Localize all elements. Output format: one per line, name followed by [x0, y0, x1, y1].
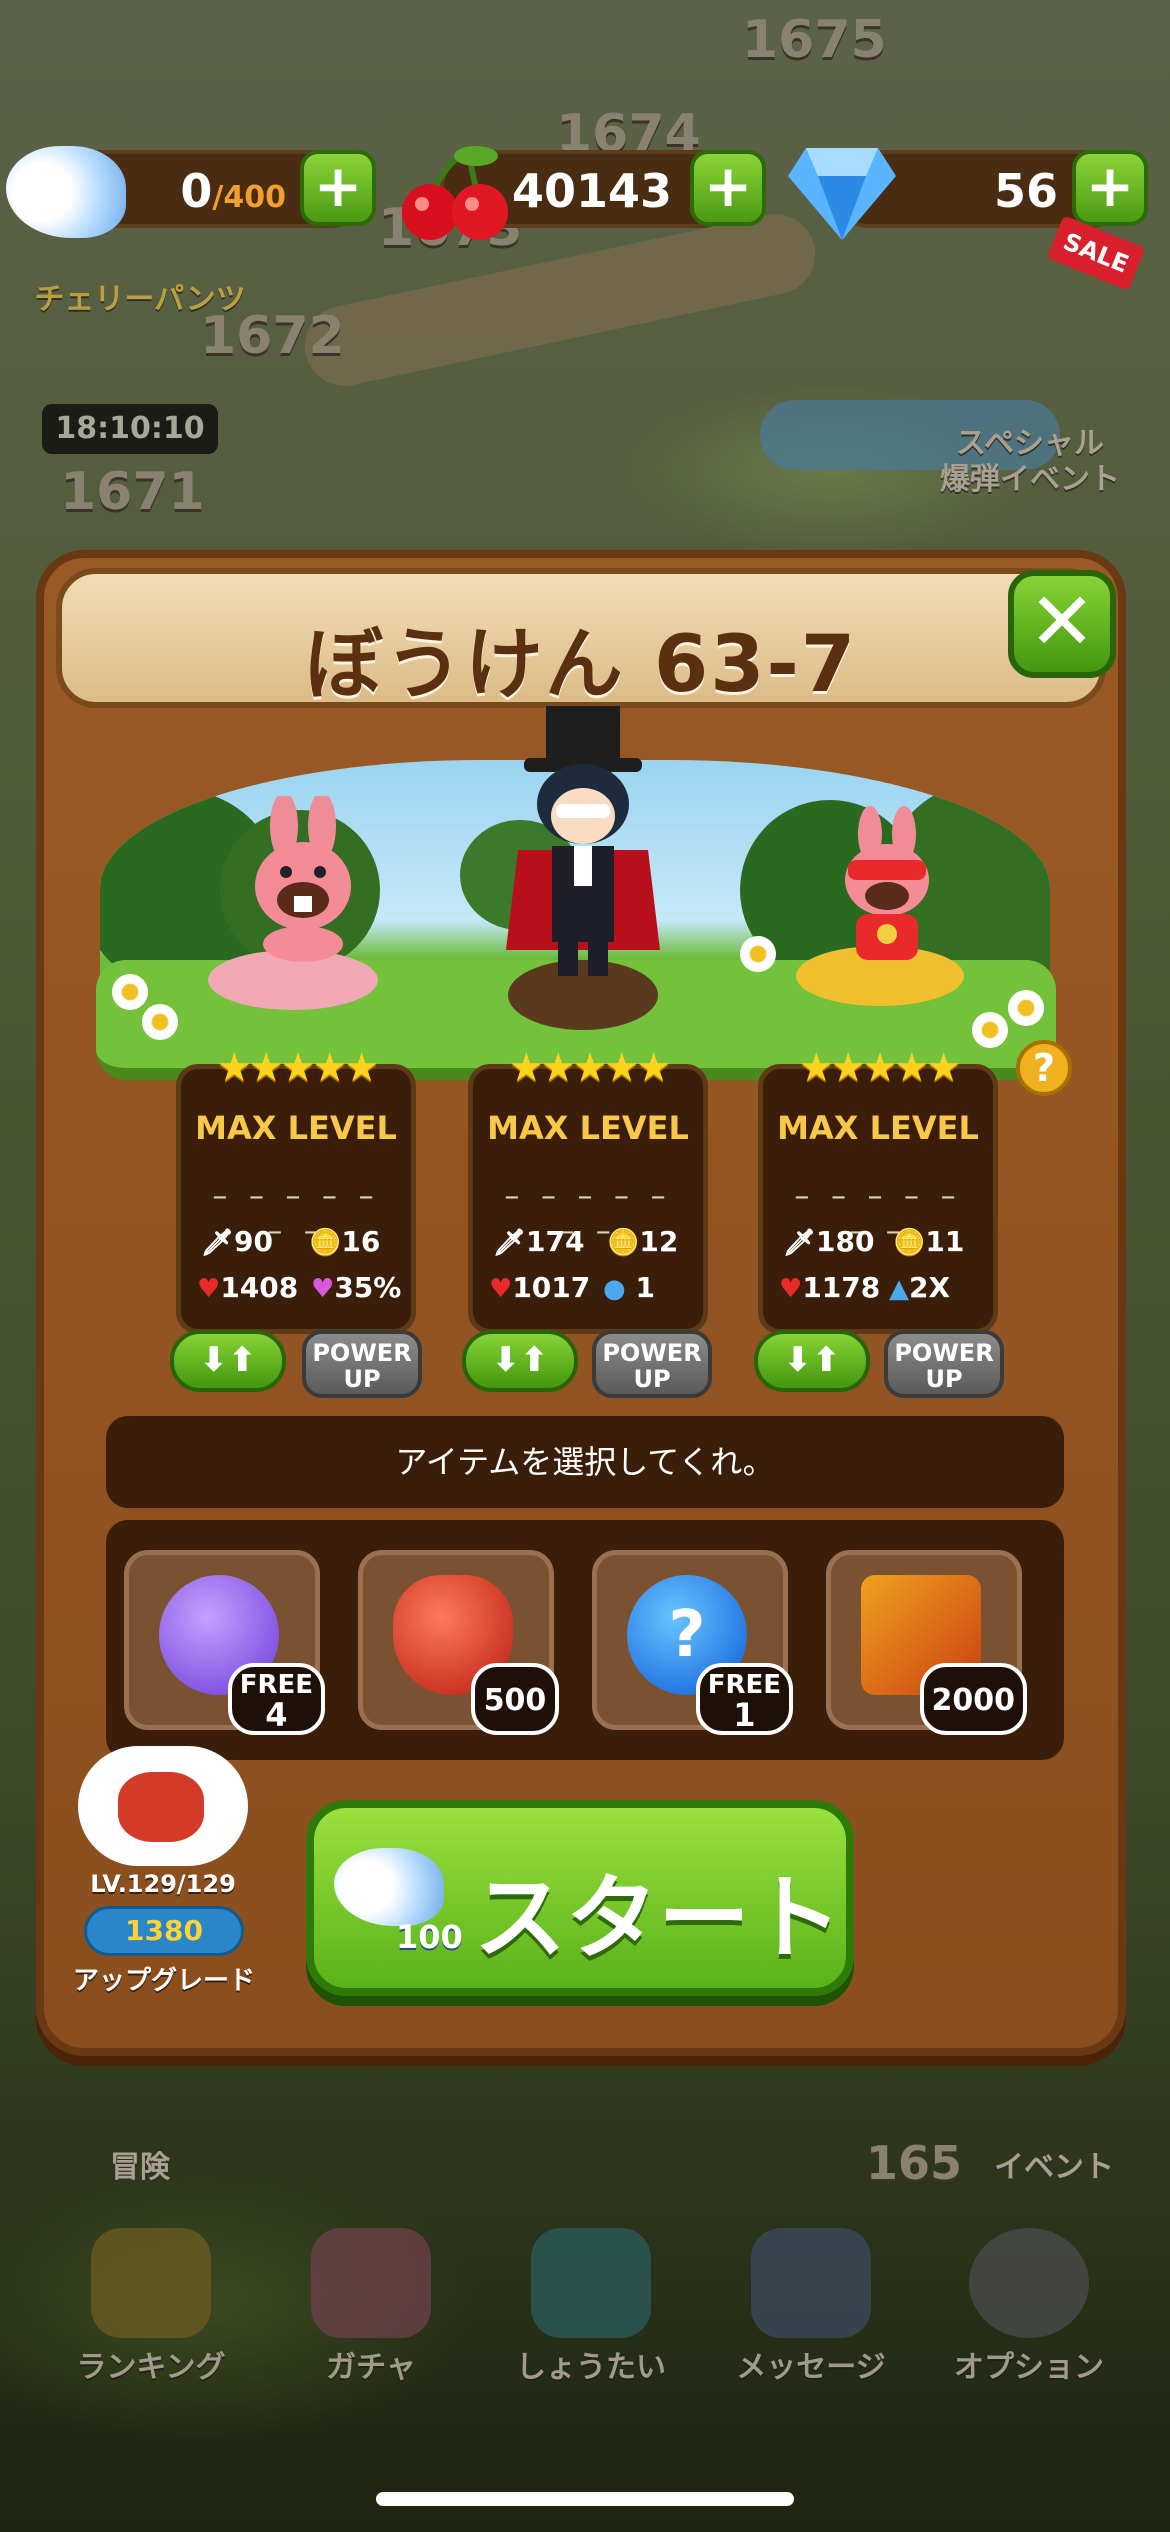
pet-panel[interactable]: LV.129/129 1380 アップグレード	[68, 1746, 258, 1996]
add-gems-button[interactable]: +	[1072, 150, 1148, 226]
item-mystery-bomb[interactable]: ? FREE 1	[592, 1550, 793, 1735]
swap-button-3[interactable]: ⬇⬆	[754, 1330, 870, 1392]
power-up-button-1[interactable]: POWER UP	[302, 1330, 422, 1398]
event-left-title: チェリーパンツ	[34, 282, 246, 317]
start-cost: 100	[396, 1918, 463, 1956]
bonus-stat: ▲2X	[889, 1271, 951, 1304]
heart-shield-icon: ♥	[311, 1274, 335, 1304]
add-wings-button[interactable]: +	[300, 150, 376, 226]
nav-invite[interactable]: しょうたい	[506, 2228, 676, 2386]
cherries-value: 40143	[511, 164, 672, 218]
sword-icon: 🗡	[493, 1228, 527, 1258]
character-tuxedo-mask[interactable]	[498, 700, 668, 980]
character-card-3: ★★★★★ MAX LEVEL – – – – – – – 🗡180 🪙11 ♥…	[758, 1045, 998, 1334]
event-label[interactable]: イベント	[994, 2150, 1114, 2186]
item-prompt: アイテムを選択してくれ。	[106, 1416, 1064, 1508]
sword-icon: 🗡	[201, 1228, 235, 1258]
event-timer: 18:10:10	[42, 404, 218, 454]
character-pink-rabbit[interactable]	[228, 792, 378, 966]
event-right-title[interactable]: スペシャル 爆弾イベント	[930, 426, 1130, 498]
gems-value: 56	[993, 164, 1058, 218]
item-tag: FREE 4	[227, 1663, 325, 1735]
hp-stat: ♥1408	[197, 1271, 299, 1304]
potion-icon: ●	[603, 1274, 626, 1304]
invite-icon	[531, 2228, 651, 2338]
start-button[interactable]: 100 スタート	[306, 1800, 854, 1996]
help-button[interactable]: ?	[1016, 1040, 1072, 1096]
nav-ranking[interactable]: ランキング	[66, 2228, 236, 2386]
character-hero-rabbit[interactable]	[812, 806, 962, 976]
map-node-1671[interactable]: 1671	[60, 462, 205, 522]
coin-stat: 🪙11	[893, 1225, 965, 1258]
item-price-tag: 2000	[919, 1663, 1027, 1735]
trophy-icon	[91, 2228, 211, 2338]
boost-icon: ▲	[889, 1274, 909, 1304]
nav-gacha[interactable]: ガチャ	[286, 2228, 456, 2386]
stage-title: ぼうけん 63-7	[304, 620, 858, 710]
item-tag: FREE 1	[695, 1663, 793, 1735]
add-cherries-button[interactable]: +	[690, 150, 766, 226]
dialog-title-bar: ぼうけん 63-7	[56, 568, 1106, 710]
pet-exp: 1380	[84, 1906, 244, 1956]
power-up-button-3[interactable]: POWER UP	[884, 1330, 1004, 1398]
coin-stat: 🪙12	[607, 1225, 679, 1258]
coin-stack-icon: 🪙	[607, 1228, 640, 1258]
item-spell-book[interactable]: 2000	[826, 1550, 1027, 1735]
max-level-label: MAX LEVEL	[777, 1109, 979, 1147]
cherry-icon	[400, 146, 512, 246]
attack-stat: 🗡180	[783, 1225, 875, 1258]
close-x-icon: ✕	[1028, 575, 1096, 668]
coin-stat: 🪙16	[309, 1225, 381, 1258]
wings-value: 0/400	[180, 164, 286, 218]
gem-icon	[786, 140, 898, 244]
coin-stack-icon: 🪙	[309, 1228, 342, 1258]
home-indicator[interactable]	[376, 2492, 794, 2506]
rabbit-icon	[311, 2228, 431, 2338]
swap-button-1[interactable]: ⬇⬆	[170, 1330, 286, 1392]
heart-icon: ♥	[489, 1274, 513, 1304]
item-candy-bomb[interactable]: FREE 4	[124, 1550, 325, 1735]
nav-message[interactable]: メッセージ	[726, 2228, 896, 2386]
max-level-label: MAX LEVEL	[487, 1109, 689, 1147]
map-node-1675[interactable]: 1675	[742, 10, 887, 70]
adventure-label[interactable]: 冒険	[80, 2150, 200, 2186]
map-node-165[interactable]: 165	[866, 2136, 962, 2190]
swap-button-2[interactable]: ⬇⬆	[462, 1330, 578, 1392]
stars-rating: ★★★★★	[798, 1045, 961, 1091]
gear-icon	[969, 2228, 1089, 2338]
nav-option[interactable]: オプション	[944, 2228, 1114, 2386]
hp-stat: ♥1017	[489, 1271, 591, 1304]
start-label: スタート	[474, 1865, 843, 1972]
close-button[interactable]: ✕	[1008, 570, 1116, 678]
wing-icon	[334, 1848, 444, 1926]
attack-stat: 🗡174	[493, 1225, 585, 1258]
heart-icon: ♥	[197, 1274, 221, 1304]
hp-stat: ♥1178	[779, 1271, 881, 1304]
sword-icon: 🗡	[783, 1228, 817, 1258]
attack-stat: 🗡90	[201, 1225, 273, 1258]
max-level-label: MAX LEVEL	[195, 1109, 397, 1147]
item-price-tag: 500	[471, 1663, 559, 1735]
pet-level: LV.129/129	[90, 1870, 236, 1898]
pet-upgrade-label[interactable]: アップグレード	[64, 1960, 264, 1997]
stars-rating: ★★★★★	[508, 1045, 671, 1091]
coin-stack-icon: 🪙	[893, 1228, 926, 1258]
pet-icon	[118, 1772, 204, 1842]
character-card-1: ★★★★★ MAX LEVEL – – – – – – – 🗡90 🪙16 ♥1…	[176, 1045, 416, 1334]
heart-icon: ♥	[779, 1274, 803, 1304]
envelope-icon	[751, 2228, 871, 2338]
bonus-stat: ♥35%	[311, 1271, 402, 1304]
bonus-stat: ● 1	[603, 1271, 655, 1304]
stars-rating: ★★★★★	[216, 1045, 379, 1091]
item-heart-potion[interactable]: 500	[358, 1550, 559, 1735]
power-up-button-2[interactable]: POWER UP	[592, 1330, 712, 1398]
character-card-2: ★★★★★ MAX LEVEL – – – – – – – 🗡174 🪙12 ♥…	[468, 1045, 708, 1334]
